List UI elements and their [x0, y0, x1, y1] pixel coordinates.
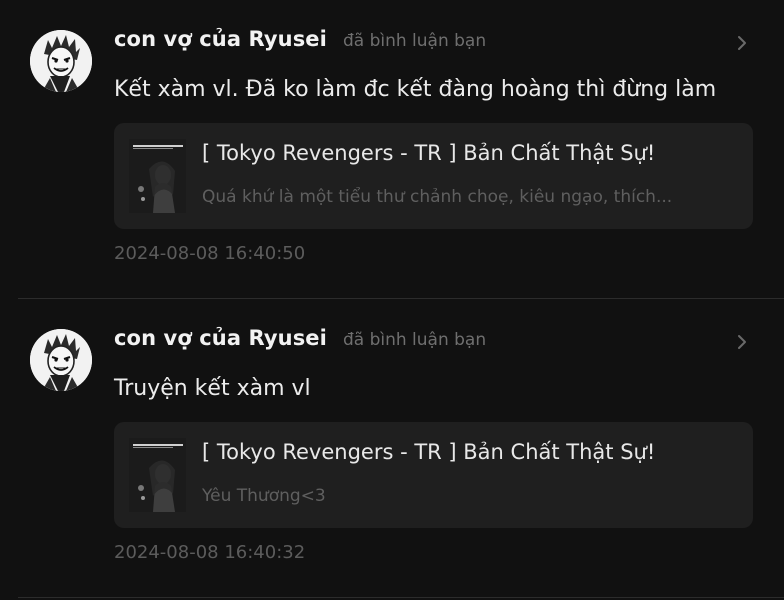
avatar-illustration — [30, 30, 92, 92]
comment-text: Kết xàm vl. Đã ko làm đc kết đàng hoàng … — [114, 77, 717, 102]
divider — [18, 597, 784, 598]
notification-header: con vợ của Ryusei đã bình luận bạn — [114, 27, 486, 57]
timestamp: 2024-08-08 16:40:32 — [114, 542, 306, 563]
action-text: đã bình luận bạn — [342, 31, 487, 51]
username[interactable]: con vợ của Ryusei — [114, 27, 327, 51]
notification-item[interactable]: con vợ của Ryusei đã bình luận bạn Truyệ… — [0, 299, 784, 598]
story-card[interactable]: [ Tokyo Revengers - TR ] Bản Chất Thật S… — [114, 123, 753, 229]
chevron-right-icon[interactable] — [733, 34, 751, 52]
story-title: [ Tokyo Revengers - TR ] Bản Chất Thật S… — [202, 440, 656, 464]
story-title: [ Tokyo Revengers - TR ] Bản Chất Thật S… — [202, 141, 656, 165]
avatar[interactable] — [30, 30, 92, 92]
timestamp: 2024-08-08 16:40:50 — [114, 243, 306, 264]
story-card[interactable]: [ Tokyo Revengers - TR ] Bản Chất Thật S… — [114, 422, 753, 528]
action-text: đã bình luận bạn — [342, 330, 487, 350]
username[interactable]: con vợ của Ryusei — [114, 326, 327, 350]
story-cover-image — [129, 438, 186, 512]
avatar-illustration — [30, 329, 92, 391]
story-cover-image — [129, 139, 186, 213]
avatar[interactable] — [30, 329, 92, 391]
story-thumbnail — [129, 139, 186, 213]
comment-text: Truyện kết xàm vl — [114, 376, 311, 401]
notification-item[interactable]: con vợ của Ryusei đã bình luận bạn Kết x… — [0, 0, 784, 299]
story-thumbnail — [129, 438, 186, 512]
notification-header: con vợ của Ryusei đã bình luận bạn — [114, 326, 486, 356]
story-description: Yêu Thương<3 — [202, 486, 326, 506]
story-description: Quá khứ là một tiểu thư chảnh choẹ, kiêu… — [202, 187, 673, 207]
chevron-right-icon[interactable] — [733, 333, 751, 351]
